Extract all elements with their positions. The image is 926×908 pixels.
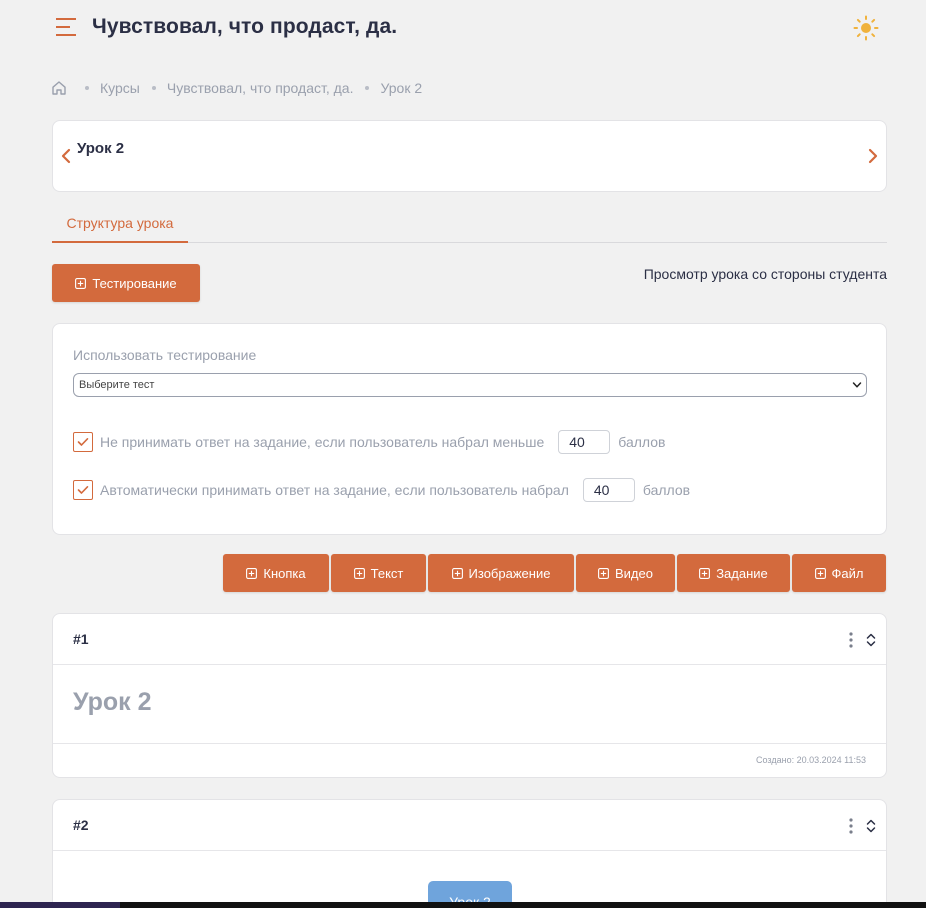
use-testing-label: Использовать тестирование bbox=[73, 347, 257, 363]
page-title: Чувствовал, что продаст, да. bbox=[92, 15, 398, 38]
auto-accept-input[interactable] bbox=[582, 478, 635, 502]
auto-accept-row: Автоматически принимать ответ на задание… bbox=[73, 477, 690, 503]
home-icon[interactable] bbox=[51, 80, 67, 96]
add-testing-button[interactable]: Тестирование bbox=[52, 264, 200, 302]
lesson-block-2: #2 Урок 2 bbox=[52, 799, 887, 908]
tab-lesson-structure[interactable]: Структура урока bbox=[52, 204, 188, 243]
block-number: #1 bbox=[73, 631, 89, 647]
block-footer: Создано: 20.03.2024 11:53 bbox=[53, 743, 886, 777]
add-button-block-label: Кнопка bbox=[263, 565, 306, 581]
vertical-dots-icon[interactable] bbox=[848, 818, 854, 834]
add-video-block-label: Видео bbox=[615, 565, 653, 581]
add-testing-label: Тестирование bbox=[92, 275, 177, 291]
plus-square-icon bbox=[246, 567, 258, 579]
sun-icon[interactable] bbox=[853, 15, 879, 41]
add-file-block-button[interactable]: Файл bbox=[792, 554, 886, 592]
checkmark-icon bbox=[77, 486, 89, 494]
auto-accept-unit: баллов bbox=[642, 482, 691, 498]
block-number: #2 bbox=[73, 817, 89, 833]
taskbar-accent bbox=[0, 902, 120, 908]
add-task-block-button[interactable]: Задание bbox=[677, 554, 790, 592]
min-score-checkbox[interactable] bbox=[73, 432, 93, 452]
block-heading-text[interactable]: Урок 2 bbox=[73, 688, 152, 717]
auto-accept-label: Автоматически принимать ответ на задание… bbox=[100, 482, 569, 498]
created-timestamp: Создано: 20.03.2024 11:53 bbox=[756, 755, 866, 765]
chevron-left-icon[interactable] bbox=[60, 148, 72, 164]
plus-square-icon bbox=[699, 567, 711, 579]
chevron-right-icon[interactable] bbox=[867, 148, 879, 164]
checkmark-icon bbox=[77, 438, 89, 446]
breadcrumb-separator bbox=[85, 86, 89, 90]
add-video-block-button[interactable]: Видео bbox=[576, 554, 675, 592]
min-score-label: Не принимать ответ на задание, если поль… bbox=[100, 434, 545, 450]
taskbar-strip bbox=[0, 902, 926, 908]
lesson-navigator: Урок 2 bbox=[52, 120, 887, 192]
breadcrumb: Курсы Чувствовал, что продаст, да. Урок … bbox=[51, 78, 422, 98]
chevron-up-down-icon[interactable] bbox=[865, 632, 877, 648]
add-text-block-label: Текст bbox=[370, 565, 404, 581]
add-file-block-label: Файл bbox=[831, 565, 864, 581]
test-select[interactable]: Выберите тест bbox=[73, 373, 867, 397]
vertical-dots-icon[interactable] bbox=[848, 632, 854, 648]
min-score-row: Не принимать ответ на задание, если поль… bbox=[73, 429, 665, 455]
add-image-block-button[interactable]: Изображение bbox=[428, 554, 574, 592]
plus-square-icon bbox=[598, 567, 609, 579]
hamburger-menu-icon[interactable] bbox=[56, 17, 78, 37]
tab-bar: Структура урока bbox=[52, 204, 887, 243]
header: Чувствовал, что продаст, да. bbox=[0, 0, 926, 56]
chevron-down-icon bbox=[852, 382, 862, 388]
lesson-block-1: #1 Урок 2 Создано: 20.03.2024 11:53 bbox=[52, 613, 887, 778]
testing-settings-card: Использовать тестирование Выберите тест … bbox=[52, 323, 887, 535]
add-text-block-button[interactable]: Текст bbox=[331, 554, 426, 592]
auto-accept-checkbox[interactable] bbox=[73, 480, 93, 500]
breadcrumb-separator bbox=[151, 86, 156, 90]
breadcrumb-item-courses[interactable]: Курсы bbox=[100, 80, 140, 96]
chevron-up-down-icon[interactable] bbox=[865, 818, 877, 834]
plus-square-icon bbox=[75, 277, 87, 289]
block-toolbar: Кнопка Текст Изображение Видео Задание Ф… bbox=[0, 554, 926, 592]
add-task-block-label: Задание bbox=[716, 565, 768, 581]
min-score-unit: баллов bbox=[618, 434, 666, 450]
breadcrumb-item-course[interactable]: Чувствовал, что продаст, да. bbox=[167, 80, 354, 96]
block-header: #1 bbox=[53, 614, 886, 665]
plus-square-icon bbox=[353, 567, 365, 579]
block-header: #2 bbox=[53, 800, 886, 851]
plus-square-icon bbox=[451, 567, 463, 579]
student-view-link[interactable]: Просмотр урока со стороны студента bbox=[644, 266, 887, 282]
min-score-input[interactable] bbox=[558, 430, 611, 454]
test-select-value: Выберите тест bbox=[79, 379, 155, 391]
add-image-block-label: Изображение bbox=[468, 565, 551, 581]
plus-square-icon bbox=[814, 567, 826, 579]
breadcrumb-separator bbox=[365, 86, 370, 90]
lesson-title: Урок 2 bbox=[77, 140, 125, 157]
add-button-block-button[interactable]: Кнопка bbox=[223, 554, 329, 592]
breadcrumb-item-current: Урок 2 bbox=[380, 80, 423, 96]
